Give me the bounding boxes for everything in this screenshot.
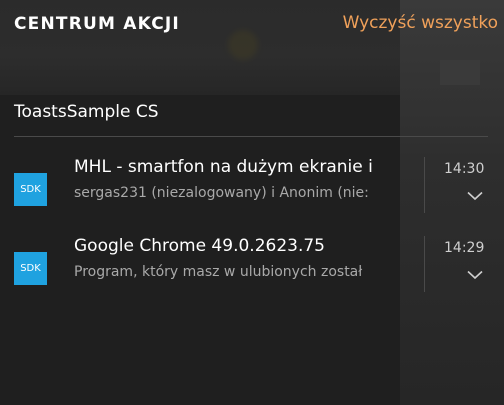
app-icon-label: SDK bbox=[20, 263, 41, 274]
notification-time: 14:30 bbox=[444, 161, 485, 177]
notification-divider bbox=[424, 236, 425, 292]
notification-body: Program, który masz w ulubionych został bbox=[74, 264, 363, 280]
chevron-down-icon[interactable] bbox=[467, 191, 483, 201]
action-center-header: CENTRUM AKCJI Wyczyść wszystko bbox=[0, 0, 504, 54]
action-center-title: CENTRUM AKCJI bbox=[14, 14, 180, 34]
app-icon-label: SDK bbox=[20, 184, 41, 195]
group-divider bbox=[14, 136, 488, 137]
chevron-down-icon[interactable] bbox=[467, 270, 483, 280]
desktop-blur-shape bbox=[440, 60, 480, 85]
notification-item[interactable]: SDK Google Chrome 49.0.2623.75 Program, … bbox=[14, 236, 500, 296]
sdk-app-icon: SDK bbox=[14, 252, 47, 285]
notification-title: MHL - smartfon na dużym ekranie i bbox=[74, 157, 373, 177]
notification-group-title[interactable]: ToastsSample CS bbox=[14, 102, 159, 122]
notification-body: sergas231 (niezalogowany) i Anonim (nie: bbox=[74, 185, 369, 201]
notification-title: Google Chrome 49.0.2623.75 bbox=[74, 236, 325, 256]
notification-divider bbox=[424, 157, 425, 213]
notification-time: 14:29 bbox=[444, 240, 485, 256]
clear-all-button[interactable]: Wyczyść wszystko bbox=[343, 13, 498, 33]
sdk-app-icon: SDK bbox=[14, 173, 47, 206]
notification-item[interactable]: SDK MHL - smartfon na dużym ekranie i se… bbox=[14, 157, 500, 217]
